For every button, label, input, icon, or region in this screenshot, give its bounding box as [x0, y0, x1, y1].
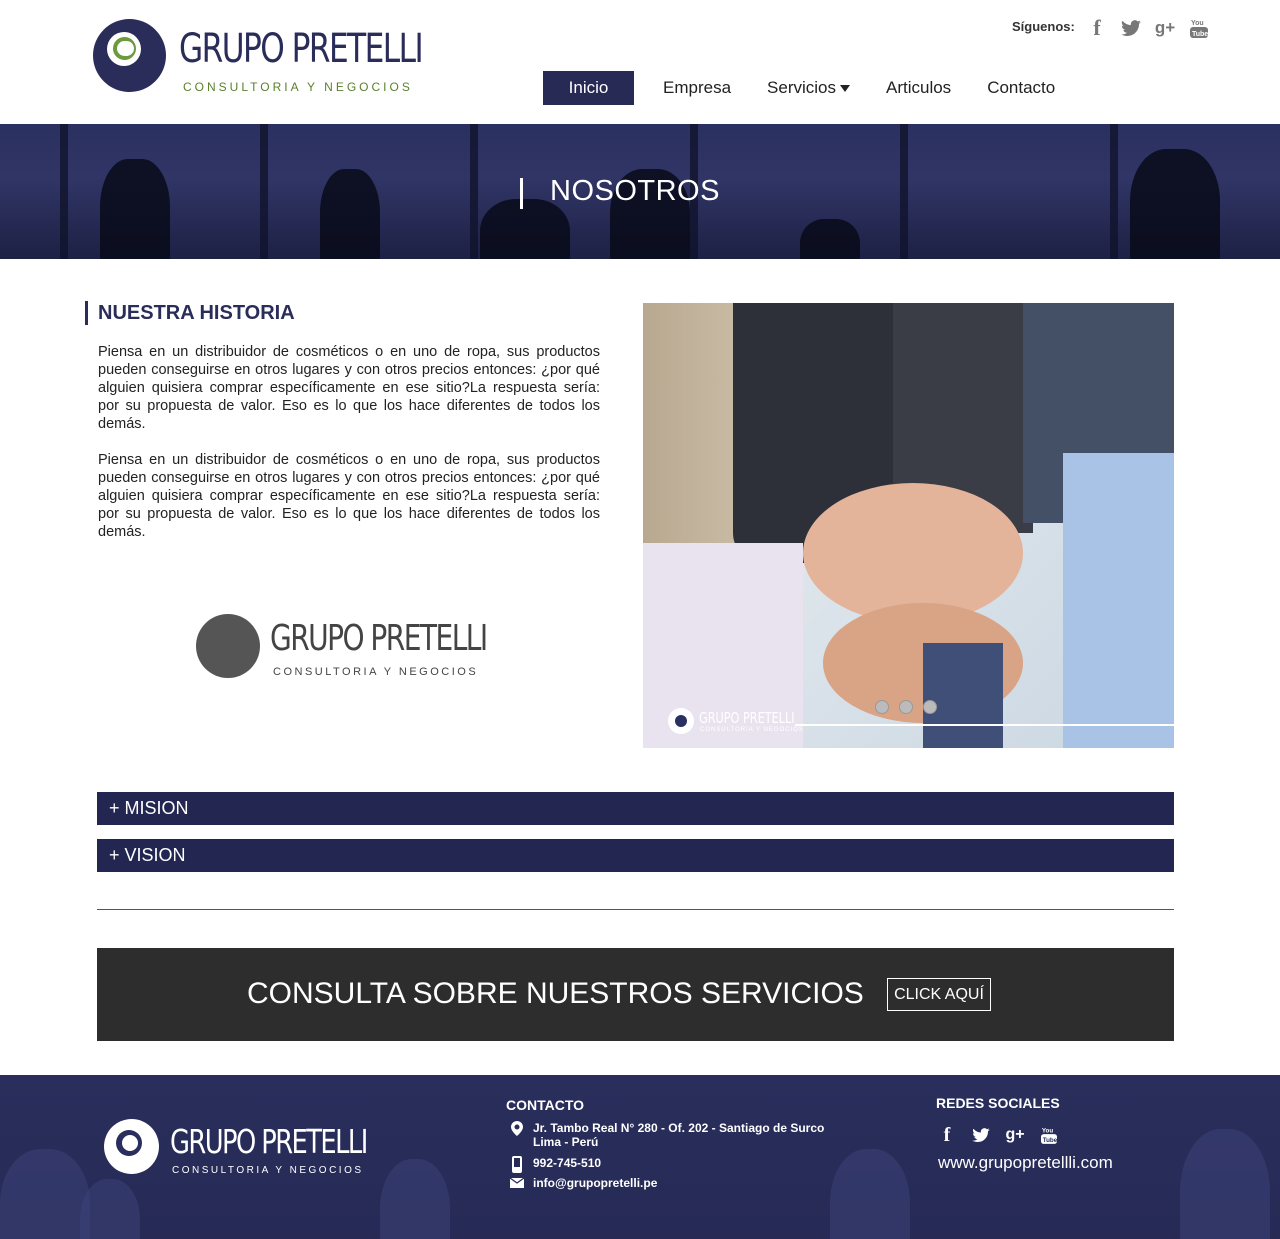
email-link[interactable]: info@grupopretelli.pe: [533, 1176, 657, 1191]
historia-paragraph: Piensa en un distribuidor de cosméticos …: [98, 344, 600, 432]
footer-email: info@grupopretelli.pe: [508, 1176, 657, 1191]
footer-address: Jr. Tambo Real N° 280 - Of. 202 - Santia…: [508, 1121, 824, 1149]
nav-item-contacto[interactable]: Contacto: [987, 71, 1055, 105]
accordion-mision[interactable]: + MISION: [97, 792, 1174, 825]
google-plus-icon[interactable]: g+: [1153, 16, 1177, 40]
facebook-icon[interactable]: f: [1085, 15, 1109, 40]
website-link[interactable]: www.grupopretellli.com: [938, 1153, 1113, 1173]
section-divider: [97, 909, 1174, 910]
nav-item-articulos[interactable]: Articulos: [886, 71, 951, 105]
phone-number: 992-745-510: [533, 1156, 602, 1170]
address-line: Lima - Perú: [533, 1135, 599, 1149]
slider-dot[interactable]: [875, 700, 889, 714]
logo-mark-icon: [93, 19, 166, 92]
facebook-icon[interactable]: f: [936, 1124, 958, 1146]
phone-icon: [508, 1156, 526, 1176]
nav-item-inicio[interactable]: Inicio: [543, 71, 634, 105]
slider-logo-subtitle: CONSULTORIA Y NEGOCIOS: [700, 727, 804, 733]
youtube-icon[interactable]: You Tube: [1038, 1124, 1060, 1146]
footer-social-links: f g+ You Tube: [936, 1124, 1060, 1146]
logo-title: GRUPO PRETELLI: [270, 618, 488, 659]
page-banner: NOSOTROS: [0, 124, 1280, 259]
slider-divider: [795, 724, 1174, 726]
logo-mark-icon: [104, 1119, 159, 1174]
site-header: GRUPO PRETELLI CONSULTORIA Y NEGOCIOS Sí…: [0, 0, 1280, 124]
twitter-icon[interactable]: [970, 1124, 992, 1146]
youtube-icon[interactable]: You Tube: [1187, 16, 1211, 40]
slider-dot[interactable]: [923, 700, 937, 714]
footer-logo-title: GRUPO PRETELLI: [170, 1122, 368, 1161]
location-pin-icon: [508, 1121, 526, 1149]
section-title-historia: NUESTRA HISTORIA: [85, 301, 295, 325]
caret-down-icon: [840, 85, 850, 93]
address-line: Jr. Tambo Real N° 280 - Of. 202 - Santia…: [533, 1121, 825, 1135]
image-slider[interactable]: GRUPO PRETELLI CONSULTORIA Y NEGOCIOS: [643, 303, 1174, 748]
cta-button[interactable]: CLICK AQUÍ: [887, 978, 991, 1011]
follow-label: Síguenos:: [1012, 19, 1075, 34]
slider-dot[interactable]: [899, 700, 913, 714]
slider-pagination: [875, 700, 937, 714]
twitter-icon[interactable]: [1119, 16, 1143, 40]
site-footer: GRUPO PRETELLI CONSULTORIA Y NEGOCIOS CO…: [0, 1075, 1280, 1239]
site-logo[interactable]: GRUPO PRETELLI CONSULTORIA Y NEGOCIOS: [93, 18, 433, 96]
svg-text:You: You: [1042, 1127, 1053, 1134]
nav-item-empresa[interactable]: Empresa: [663, 71, 731, 105]
svg-text:You: You: [1191, 20, 1204, 27]
logo-title: GRUPO PRETELLI: [179, 26, 424, 72]
page-title: NOSOTROS: [550, 175, 720, 207]
main-nav: Inicio Empresa Servicios Articulos Conta…: [543, 71, 1091, 105]
footer-logo[interactable]: GRUPO PRETELLI CONSULTORIA Y NEGOCIOS: [104, 1117, 368, 1177]
nav-item-servicios-label: Servicios: [767, 78, 836, 97]
slider-logo-title: GRUPO PRETELLI: [699, 709, 795, 727]
header-social-links: f g+ You Tube: [1085, 15, 1211, 40]
historia-paragraph: Piensa en un distribuidor de cosméticos …: [98, 452, 600, 540]
nav-item-servicios[interactable]: Servicios: [767, 71, 850, 105]
footer-logo-subtitle: CONSULTORIA Y NEGOCIOS: [172, 1165, 364, 1176]
svg-text:Tube: Tube: [1043, 1137, 1057, 1144]
accordion-vision[interactable]: + VISION: [97, 839, 1174, 872]
cta-banner: CONSULTA SOBRE NUESTROS SERVICIOS CLICK …: [97, 948, 1174, 1041]
svg-text:Tube: Tube: [1192, 31, 1208, 38]
banner-title-bar: [520, 178, 523, 209]
logo-mark-icon: [196, 614, 260, 678]
envelope-icon: [508, 1176, 526, 1191]
logo-subtitle: CONSULTORIA Y NEGOCIOS: [273, 666, 479, 678]
footer-contact-heading: CONTACTO: [506, 1097, 585, 1113]
logo-subtitle: CONSULTORIA Y NEGOCIOS: [183, 80, 413, 94]
cta-text: CONSULTA SOBRE NUESTROS SERVICIOS: [247, 977, 864, 1010]
footer-phone: 992-745-510: [508, 1156, 601, 1176]
footer-social-heading: REDES SOCIALES: [936, 1095, 1060, 1111]
google-plus-icon[interactable]: g+: [1004, 1124, 1026, 1146]
company-logo-gray: GRUPO PRETELLI CONSULTORIA Y NEGOCIOS: [196, 614, 496, 680]
